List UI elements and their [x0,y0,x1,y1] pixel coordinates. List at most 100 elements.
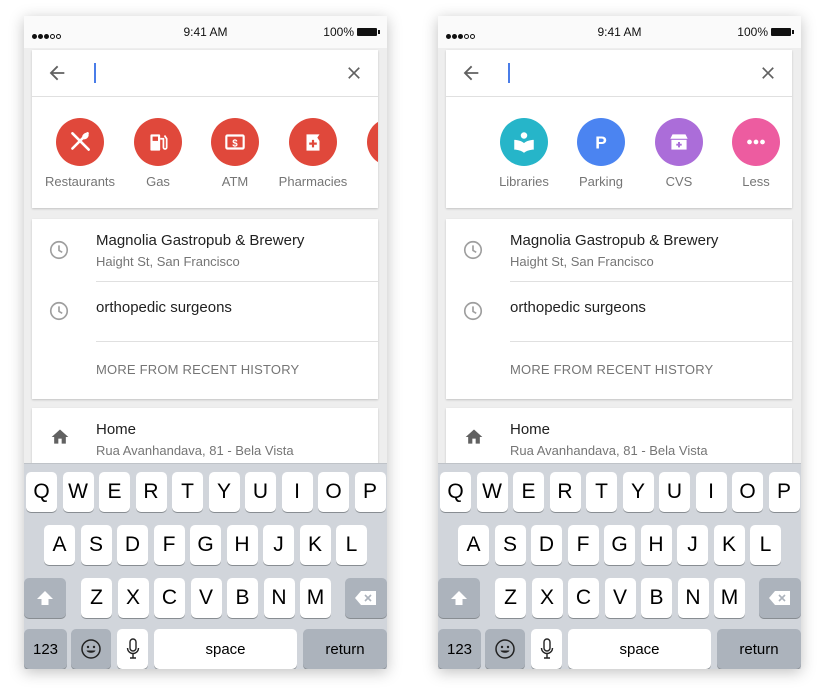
key-p[interactable]: P [354,472,386,512]
key-p[interactable]: P [768,472,800,512]
key-m[interactable]: M [714,578,745,618]
return-key[interactable]: return [303,629,387,669]
search-input[interactable] [94,63,96,83]
key-h[interactable]: H [640,525,672,565]
more-history-link[interactable]: MORE FROM RECENT HISTORY [510,362,713,377]
history-subtitle: Haight St, San Francisco [96,254,240,269]
return-key[interactable]: return [717,629,801,669]
numbers-key[interactable]: 123 [24,629,67,669]
battery-percent: 100% [737,25,768,39]
key-a[interactable]: A [44,525,75,565]
search-input[interactable] [508,63,510,83]
key-g[interactable]: G [604,525,635,565]
svg-text:P: P [595,133,607,153]
key-b[interactable]: B [641,578,672,618]
history-item[interactable]: orthopedic surgeons [446,282,792,342]
backspace-key[interactable] [759,578,801,618]
svg-text:$: $ [232,138,238,149]
shift-key[interactable] [24,578,66,618]
key-u[interactable]: U [245,472,276,512]
key-w[interactable]: W [476,472,508,512]
key-g[interactable]: G [190,525,221,565]
key-b[interactable]: B [227,578,258,618]
history-item[interactable]: orthopedic surgeons [32,282,378,342]
category-gas[interactable]: Gas [118,118,198,189]
category-row: Restaurants Gas $ ATM PharmaciesLi [32,98,378,206]
key-e[interactable]: E [513,472,544,512]
key-c[interactable]: C [154,578,185,618]
numbers-key[interactable]: 123 [438,629,481,669]
close-icon[interactable] [344,63,364,83]
search-bar [32,50,378,97]
category-less[interactable]: Less [716,118,792,189]
key-v[interactable]: V [190,578,222,618]
key-i[interactable]: I [695,472,727,512]
close-icon[interactable] [758,63,778,83]
key-f[interactable]: F [567,525,599,565]
category-libraries[interactable]: Libraries [484,118,564,189]
more-history-link[interactable]: MORE FROM RECENT HISTORY [96,362,299,377]
key-w[interactable]: W [62,472,94,512]
category-li[interactable]: Li [351,118,378,189]
key-m[interactable]: M [300,578,331,618]
parking-icon: P [577,118,625,166]
dictation-key[interactable] [531,629,562,669]
key-q[interactable]: Q [26,472,57,512]
key-l[interactable]: L [336,525,367,565]
key-r[interactable]: R [135,472,167,512]
back-arrow-icon[interactable] [460,62,482,84]
dictation-key[interactable] [117,629,148,669]
category-pharmacies[interactable]: Pharmacies [273,118,353,189]
key-c[interactable]: C [568,578,599,618]
key-k[interactable]: K [713,525,745,565]
gas-station-icon [134,118,182,166]
key-z[interactable]: Z [495,578,526,618]
category-cvs[interactable]: CVS [639,118,719,189]
key-y[interactable]: Y [622,472,654,512]
key-i[interactable]: I [281,472,313,512]
backspace-key[interactable] [345,578,387,618]
key-n[interactable]: N [263,578,295,618]
key-q[interactable]: Q [440,472,471,512]
key-r[interactable]: R [549,472,581,512]
shift-key[interactable] [438,578,480,618]
key-d[interactable]: D [531,525,562,565]
category-atm[interactable]: $ ATM [195,118,275,189]
key-z[interactable]: Z [81,578,112,618]
emoji-key[interactable] [71,629,111,669]
history-item[interactable]: Magnolia Gastropub & Brewery Haight St, … [32,219,378,281]
category-label: Libraries [499,174,549,189]
key-t[interactable]: T [172,472,203,512]
key-s[interactable]: S [80,525,112,565]
key-j[interactable]: J [263,525,294,565]
emoji-key[interactable] [485,629,525,669]
clock-icon [463,301,483,321]
key-f[interactable]: F [153,525,185,565]
clock-icon [49,301,69,321]
key-o[interactable]: O [318,472,349,512]
key-o[interactable]: O [732,472,763,512]
key-u[interactable]: U [659,472,690,512]
key-n[interactable]: N [677,578,709,618]
key-t[interactable]: T [586,472,617,512]
space-key[interactable]: space [154,629,297,669]
back-arrow-icon[interactable] [46,62,68,84]
key-v[interactable]: V [604,578,636,618]
search-bar [446,50,792,97]
key-x[interactable]: X [117,578,149,618]
key-d[interactable]: D [117,525,148,565]
phone-screen-left: 9:41 AM 100% Restaurants Gas $ ATM Pharmacie… [24,16,387,669]
key-k[interactable]: K [299,525,331,565]
key-s[interactable]: S [494,525,526,565]
key-a[interactable]: A [458,525,489,565]
key-x[interactable]: X [531,578,563,618]
category-parking[interactable]: P Parking [561,118,641,189]
key-h[interactable]: H [226,525,258,565]
history-item[interactable]: Magnolia Gastropub & Brewery Haight St, … [446,219,792,281]
category-restaurants[interactable]: Restaurants [40,118,120,189]
space-key[interactable]: space [568,629,711,669]
key-e[interactable]: E [99,472,130,512]
key-l[interactable]: L [750,525,781,565]
key-j[interactable]: J [677,525,708,565]
key-y[interactable]: Y [208,472,240,512]
